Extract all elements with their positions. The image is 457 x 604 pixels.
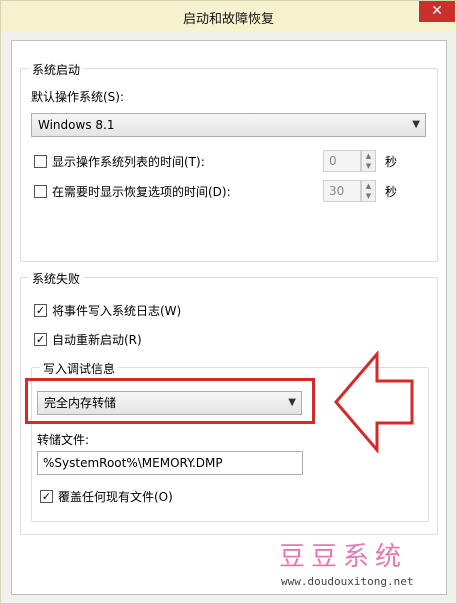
overwrite-label: 覆盖任何现有文件(O) (58, 490, 173, 504)
write-event-log-checkbox[interactable]: ✓ (34, 304, 47, 317)
show-recovery-input[interactable]: 30 (323, 180, 361, 202)
startup-group-title: 系统启动 (29, 61, 84, 78)
write-event-log-label: 将事件写入系统日志(W) (52, 304, 182, 318)
seconds-label-1: 秒 (385, 155, 398, 169)
show-os-list-label: 显示操作系统列表的时间(T): (52, 155, 205, 169)
default-os-value: Windows 8.1 (38, 118, 115, 132)
spinner-arrows-icon[interactable]: ▲ ▼ (361, 150, 376, 172)
default-os-select[interactable]: Windows 8.1 ▼ (31, 113, 426, 137)
chevron-down-icon: ▼ (412, 119, 420, 130)
show-os-list-input[interactable]: 0 (323, 150, 361, 172)
failure-group-title: 系统失败 (29, 270, 84, 287)
startup-group: 系统启动 默认操作系统(S): Windows 8.1 ▼ 显示操作系统列表的时… (20, 61, 438, 262)
content-panel: 系统启动 默认操作系统(S): Windows 8.1 ▼ 显示操作系统列表的时… (11, 40, 447, 595)
dialog-window: 启动和故障恢复 ✕ 系统启动 默认操作系统(S): Windows 8.1 ▼ … (0, 0, 457, 604)
left-arrow-icon (334, 351, 414, 453)
overwrite-checkbox[interactable]: ✓ (40, 490, 53, 503)
watermark-url: www.doudouxitong.net (281, 575, 414, 588)
show-recovery-checkbox[interactable] (34, 185, 47, 198)
show-os-list-checkbox[interactable] (34, 155, 47, 168)
spinner-arrows-icon[interactable]: ▲ ▼ (361, 180, 376, 202)
window-title: 启动和故障恢复 (182, 12, 274, 27)
title-bar[interactable]: 启动和故障恢复 ✕ (1, 1, 456, 32)
dump-file-input[interactable]: %SystemRoot%\MEMORY.DMP (37, 451, 303, 475)
watermark-brand: 豆豆系统 (279, 542, 408, 572)
close-button[interactable]: ✕ (419, 1, 455, 22)
seconds-label-2: 秒 (385, 185, 398, 199)
debug-info-group-title: 写入调试信息 (40, 360, 119, 377)
auto-restart-checkbox[interactable]: ✓ (34, 333, 47, 346)
dump-file-label: 转储文件: (37, 433, 90, 447)
default-os-label: 默认操作系统(S): (31, 90, 125, 104)
auto-restart-label: 自动重新启动(R) (52, 333, 142, 347)
highlight-box (25, 378, 315, 424)
show-recovery-label: 在需要时显示恢复选项的时间(D): (52, 185, 231, 199)
